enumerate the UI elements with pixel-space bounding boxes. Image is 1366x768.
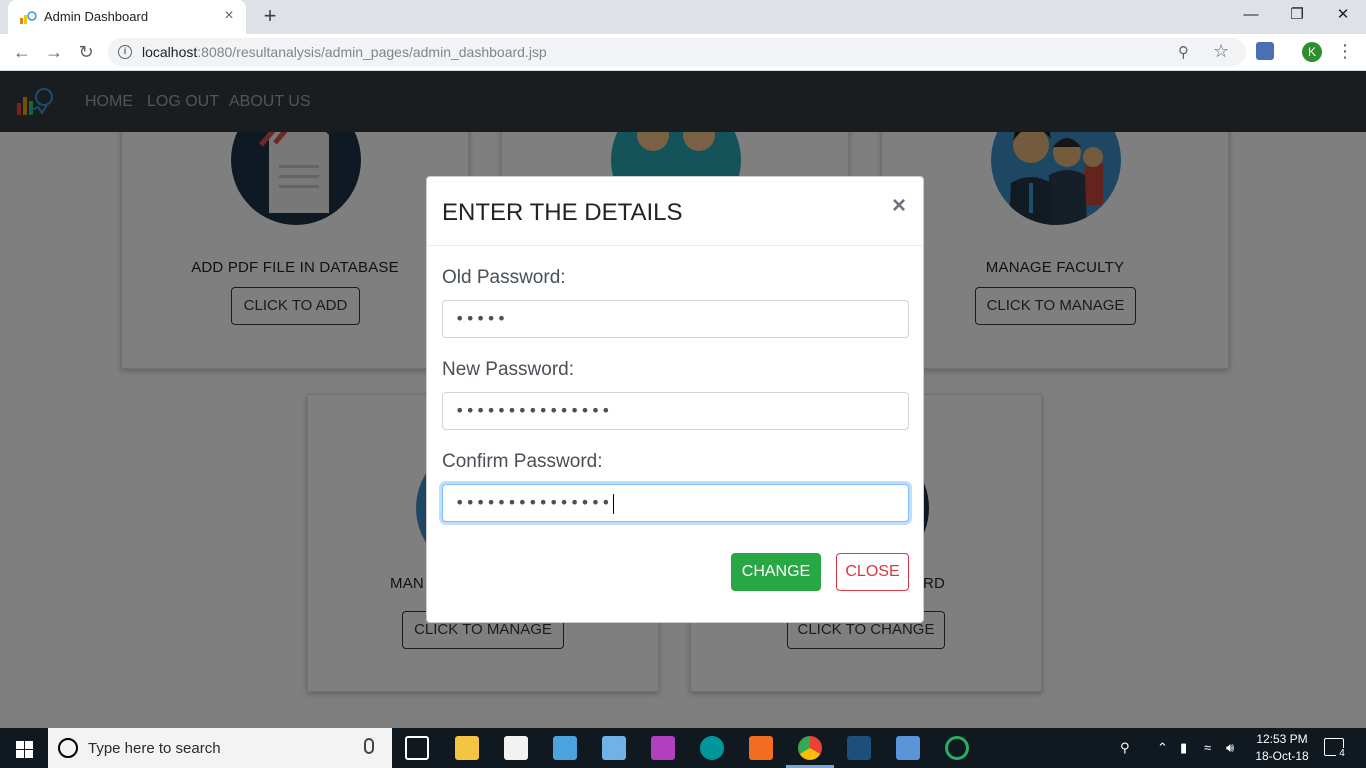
file-explorer-icon[interactable] [455, 736, 479, 760]
windows-start-icon[interactable] [0, 728, 48, 768]
url-host: localhost [142, 44, 198, 60]
modal-header: ENTER THE DETAILS × [427, 177, 923, 246]
tab-close-icon[interactable]: × [220, 7, 238, 25]
old-password-input[interactable]: ••••• [442, 300, 909, 338]
taskbar-search-box[interactable]: Type here to search [48, 728, 392, 768]
reload-icon[interactable]: ↻ [74, 40, 98, 64]
extension-cube-icon[interactable] [1256, 42, 1274, 60]
confirm-password-input[interactable]: ••••••••••••••• [442, 484, 909, 522]
bookmark-star-icon[interactable]: ☆ [1213, 41, 1229, 62]
virtualbox-icon[interactable] [896, 736, 920, 760]
chrome-menu-icon[interactable]: ⋮ [1336, 40, 1354, 64]
forward-arrow-icon[interactable]: → [42, 40, 66, 64]
notification-count-badge: 4 [1336, 748, 1348, 760]
search-placeholder: Type here to search [88, 740, 221, 757]
chrome-icon[interactable] [798, 736, 822, 760]
volume-icon[interactable]: 🔊︎ [1226, 740, 1234, 756]
site-info-icon[interactable]: i [118, 45, 132, 59]
microphone-icon[interactable] [364, 738, 374, 754]
modal-title: ENTER THE DETAILS [442, 199, 683, 226]
windows-taskbar: Type here to search ⚲ ⌃ ▮ ≈ 🔊︎ 12:53 PM … [0, 728, 1366, 768]
address-bar[interactable]: i localhost:8080/resultanalysis/admin_pa… [108, 38, 1246, 66]
wifi-icon[interactable]: ≈ [1204, 740, 1211, 755]
browser-tab-strip: Admin Dashboard × + — ❐ ✕ [0, 0, 1366, 34]
phpstorm-icon[interactable] [651, 736, 675, 760]
control-panel-icon[interactable] [553, 736, 577, 760]
people-icon[interactable]: ⚲ [1120, 740, 1130, 756]
store-icon[interactable] [504, 736, 528, 760]
window-restore-button[interactable]: ❐ [1274, 0, 1320, 32]
text-caret [612, 493, 614, 514]
confirm-password-value: ••••••••••••••• [455, 493, 612, 512]
new-password-label: New Password: [442, 359, 574, 380]
key-icon[interactable]: ⚲ [1178, 43, 1189, 61]
close-icon[interactable]: × [889, 194, 909, 218]
battery-icon[interactable]: ▮ [1180, 740, 1187, 756]
url-path: :8080/resultanalysis/admin_pages/admin_d… [197, 44, 547, 60]
arduino-icon[interactable] [700, 736, 724, 760]
browser-tab[interactable]: Admin Dashboard × [8, 0, 246, 34]
notepad-icon[interactable] [602, 736, 626, 760]
new-password-input[interactable]: ••••••••••••••• [442, 392, 909, 430]
window-close-button[interactable]: ✕ [1320, 0, 1366, 32]
tray-chevron-icon[interactable]: ⌃ [1157, 740, 1168, 756]
old-password-label: Old Password: [442, 267, 566, 288]
xampp-icon[interactable] [749, 736, 773, 760]
clock-time: 12:53 PM [1256, 732, 1308, 746]
site-favicon-icon [20, 11, 37, 24]
window-minimize-button[interactable]: — [1228, 0, 1274, 32]
back-arrow-icon[interactable]: ← [10, 40, 34, 64]
taskbar-clock[interactable]: 12:53 PM 18-Oct-18 [1252, 731, 1312, 765]
mysql-workbench-icon[interactable] [847, 736, 871, 760]
cortana-icon [58, 738, 78, 758]
tab-title: Admin Dashboard [44, 9, 149, 24]
profile-avatar[interactable]: K [1302, 42, 1322, 62]
url-text: localhost:8080/resultanalysis/admin_page… [142, 44, 547, 60]
page-viewport: HOME LOG OUT ABOUT US ADD PDF FILE IN DA… [0, 71, 1366, 728]
change-button[interactable]: CHANGE [731, 553, 821, 591]
close-button[interactable]: CLOSE [836, 553, 909, 591]
new-tab-button[interactable]: + [258, 4, 282, 28]
browser-toolbar: ← → ↻ i localhost:8080/resultanalysis/ad… [0, 34, 1366, 71]
clock-date: 18-Oct-18 [1255, 749, 1309, 763]
app-loading-icon[interactable] [945, 736, 969, 760]
confirm-password-label: Confirm Password: [442, 451, 603, 472]
change-password-modal: ENTER THE DETAILS × Old Password: ••••• … [426, 176, 924, 623]
task-view-icon[interactable] [405, 736, 429, 760]
